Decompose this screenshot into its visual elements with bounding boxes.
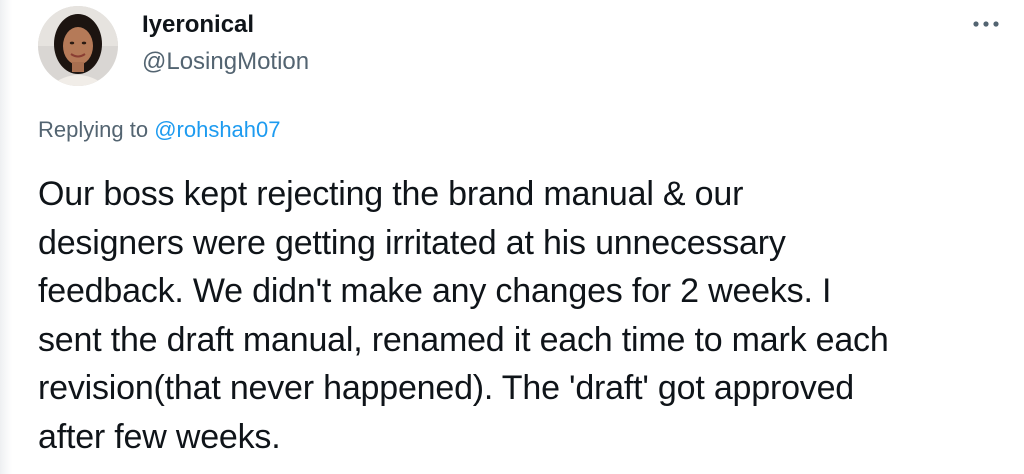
author-display-name[interactable]: Iyeronical: [142, 11, 254, 39]
tweet-text-line: Our boss kept rejecting the brand manual…: [38, 175, 744, 213]
more-options-icon[interactable]: [970, 14, 1002, 34]
replying-to-label: Replying to: [38, 117, 155, 142]
avatar[interactable]: [38, 6, 118, 86]
profile-photo-avatar: [38, 6, 118, 86]
tweet-text-line: after few weeks.: [38, 417, 281, 456]
left-border: [0, 0, 12, 474]
replying-to: Replying to @rohshah07: [38, 116, 281, 144]
tweet-card: Iyeronical @LosingMotion Replying to @ro…: [0, 0, 1024, 474]
tweet-text-line: feedback. We didn't make any changes for…: [38, 272, 832, 310]
reply-mention-link[interactable]: @rohshah07: [154, 117, 280, 142]
tweet-text: Our boss kept rejecting the brand manual…: [38, 170, 1008, 461]
tweet-text-line: designers were getting irritated at his …: [38, 223, 786, 262]
tweet-text-line: sent the draft manual, renamed it each t…: [38, 320, 889, 359]
tweet-text-line: revision(that never happened). The 'draf…: [38, 369, 854, 407]
author-handle[interactable]: @LosingMotion: [142, 48, 309, 76]
